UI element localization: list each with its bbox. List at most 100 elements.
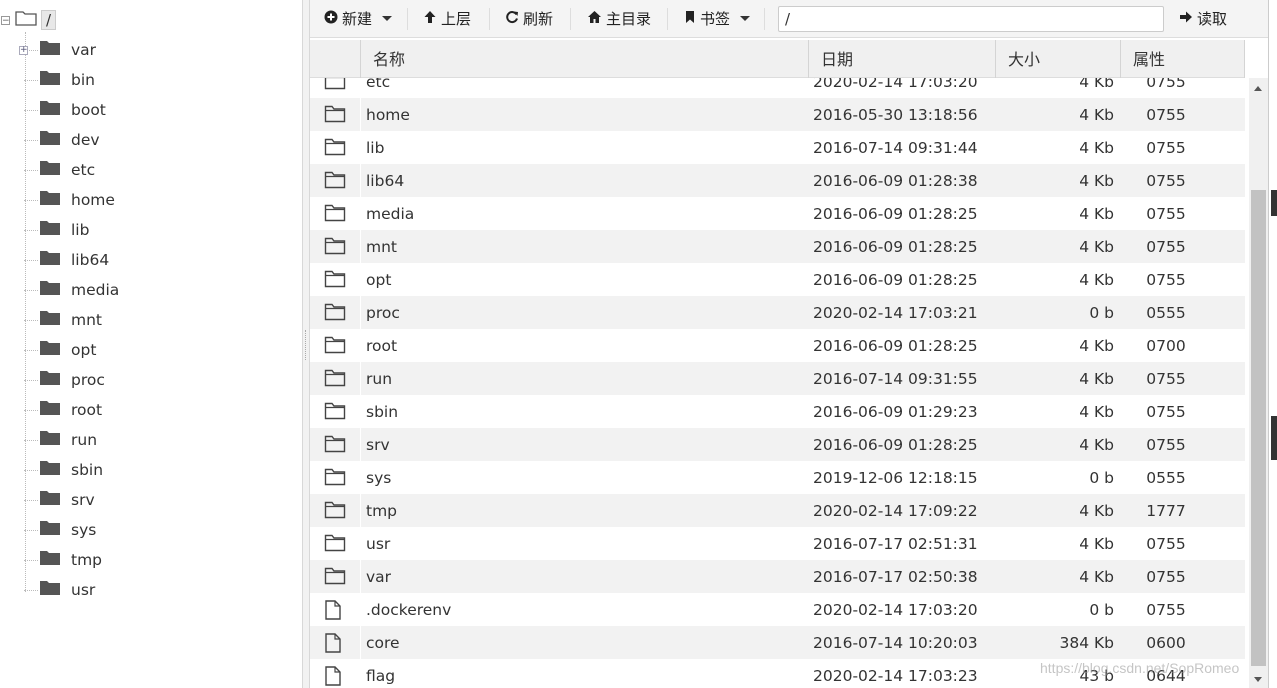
file-row[interactable]: home 2016-05-30 13:18:56 4 Kb 0755 (310, 98, 1245, 131)
tree-item[interactable]: + var (19, 38, 97, 62)
tree-item[interactable]: srv (24, 488, 95, 512)
file-name[interactable]: sbin (366, 395, 398, 428)
tree-item[interactable]: mnt (24, 308, 102, 332)
folder-icon (39, 220, 61, 240)
file-name[interactable]: run (366, 362, 392, 395)
tree-item[interactable]: media (24, 278, 119, 302)
file-name[interactable]: opt (366, 263, 391, 296)
file-name[interactable]: usr (366, 527, 390, 560)
column-header-size[interactable]: 大小 (995, 40, 1120, 78)
file-row[interactable]: .dockerenv 2020-02-14 17:03:20 0 b 0755 (310, 593, 1245, 626)
tree-item[interactable]: usr (24, 578, 95, 602)
file-name[interactable]: flag (366, 659, 395, 688)
file-name[interactable]: mnt (366, 230, 397, 263)
file-name[interactable]: home (366, 98, 410, 131)
folder-icon (324, 369, 346, 389)
pane-splitter[interactable] (302, 0, 310, 688)
file-row[interactable]: tmp 2020-02-14 17:09:22 4 Kb 1777 (310, 494, 1245, 527)
file-name[interactable]: tmp (366, 494, 397, 527)
file-date: 2020-02-14 17:09:22 (813, 502, 978, 520)
file-name[interactable]: .dockerenv (366, 593, 451, 626)
file-attr: 0755 (1146, 601, 1186, 619)
file-row[interactable]: media 2016-06-09 01:28:25 4 Kb 0755 (310, 197, 1245, 230)
file-date: 2016-07-17 02:51:31 (813, 535, 978, 553)
file-name[interactable]: proc (366, 296, 400, 329)
tree-item-label: var (71, 41, 97, 59)
file-name[interactable]: srv (366, 428, 390, 461)
tree-item[interactable]: tmp (24, 548, 102, 572)
tree-root[interactable]: − / (0, 8, 57, 32)
file-row[interactable]: proc 2020-02-14 17:03:21 0 b 0555 (310, 296, 1245, 329)
file-attr: 0755 (1146, 403, 1186, 421)
file-name[interactable]: sys (366, 461, 391, 494)
scrollbar-thumb[interactable] (1251, 190, 1266, 666)
file-row[interactable]: core 2016-07-14 10:20:03 384 Kb 0600 (310, 626, 1245, 659)
scroll-down-icon[interactable] (1254, 677, 1262, 682)
file-row[interactable]: mnt 2016-06-09 01:28:25 4 Kb 0755 (310, 230, 1245, 263)
read-button[interactable]: 读取 (1179, 0, 1227, 37)
collapse-icon[interactable]: − (1, 15, 10, 25)
tree-item[interactable]: root (24, 398, 102, 422)
file-date: 2016-06-09 01:28:25 (813, 205, 978, 223)
file-date: 2016-06-09 01:28:25 (813, 337, 978, 355)
home-button[interactable]: 主目录 (587, 0, 651, 37)
path-input[interactable] (778, 6, 1164, 32)
tree-item[interactable]: lib (24, 218, 89, 242)
file-name[interactable]: media (366, 197, 414, 230)
up-button-label: 上层 (441, 10, 472, 28)
tree-item[interactable]: run (24, 428, 97, 452)
tree-item[interactable]: dev (24, 128, 100, 152)
tree-item[interactable]: opt (24, 338, 96, 362)
file-attr: 0555 (1146, 304, 1186, 322)
file-row[interactable]: sbin 2016-06-09 01:29:23 4 Kb 0755 (310, 395, 1245, 428)
file-row[interactable]: lib64 2016-06-09 01:28:38 4 Kb 0755 (310, 164, 1245, 197)
scroll-up-icon[interactable] (1254, 86, 1262, 91)
file-row[interactable]: sys 2019-12-06 12:18:15 0 b 0555 (310, 461, 1245, 494)
tree-root-label[interactable]: / (41, 10, 57, 30)
file-row[interactable]: root 2016-06-09 01:28:25 4 Kb 0700 (310, 329, 1245, 362)
file-name[interactable]: root (366, 329, 397, 362)
tree-item[interactable]: etc (24, 158, 95, 182)
folder-icon (39, 370, 61, 390)
file-row[interactable]: run 2016-07-14 09:31:55 4 Kb 0755 (310, 362, 1245, 395)
vertical-scrollbar[interactable] (1249, 78, 1268, 688)
tree-item[interactable]: bin (24, 68, 95, 92)
refresh-button[interactable]: 刷新 (505, 0, 553, 37)
column-header-attr[interactable]: 属性 (1120, 40, 1245, 78)
file-attr: 0755 (1146, 436, 1186, 454)
tree-item[interactable]: home (24, 188, 115, 212)
tree-item[interactable]: lib64 (24, 248, 109, 272)
folder-icon (324, 204, 346, 224)
file-attr: 0555 (1146, 469, 1186, 487)
tree-item[interactable]: proc (24, 368, 105, 392)
new-button[interactable]: 新建 (324, 0, 393, 37)
bookmark-button-label: 书签 (700, 10, 731, 28)
file-name[interactable]: core (366, 626, 400, 659)
tree-item-label: tmp (71, 551, 103, 569)
file-row[interactable]: var 2016-07-17 02:50:38 4 Kb 0755 (310, 560, 1245, 593)
file-attr: 0755 (1146, 271, 1186, 289)
file-list: etc 2020-02-14 17:03:20 4 Kb 0755 home 2016-0… (310, 65, 1245, 688)
bookmark-button[interactable]: 书签 (684, 0, 751, 37)
tree-item[interactable]: sys (24, 518, 96, 542)
expand-icon[interactable]: + (19, 45, 28, 55)
folder-icon (39, 430, 61, 450)
tree-item[interactable]: sbin (24, 458, 103, 482)
file-date: 2016-06-09 01:29:23 (813, 403, 978, 421)
file-name[interactable]: var (366, 560, 391, 593)
column-header-name[interactable]: 名称 (360, 40, 808, 78)
file-row[interactable]: opt 2016-06-09 01:28:25 4 Kb 0755 (310, 263, 1245, 296)
file-date: 2016-06-09 01:28:38 (813, 172, 978, 190)
folder-icon (39, 460, 61, 480)
up-button[interactable]: 上层 (423, 0, 471, 37)
file-row[interactable]: usr 2016-07-17 02:51:31 4 Kb 0755 (310, 527, 1245, 560)
file-row[interactable]: srv 2016-06-09 01:28:25 4 Kb 0755 (310, 428, 1245, 461)
file-row[interactable]: lib 2016-07-14 09:31:44 4 Kb 0755 (310, 131, 1245, 164)
tree-item[interactable]: boot (24, 98, 106, 122)
file-date: 2016-07-14 09:31:55 (813, 370, 978, 388)
file-name[interactable]: lib (366, 131, 384, 164)
file-name[interactable]: lib64 (366, 164, 404, 197)
column-header-date[interactable]: 日期 (808, 40, 995, 78)
file-date: 2016-07-14 09:31:44 (813, 139, 978, 157)
home-icon (587, 10, 602, 28)
